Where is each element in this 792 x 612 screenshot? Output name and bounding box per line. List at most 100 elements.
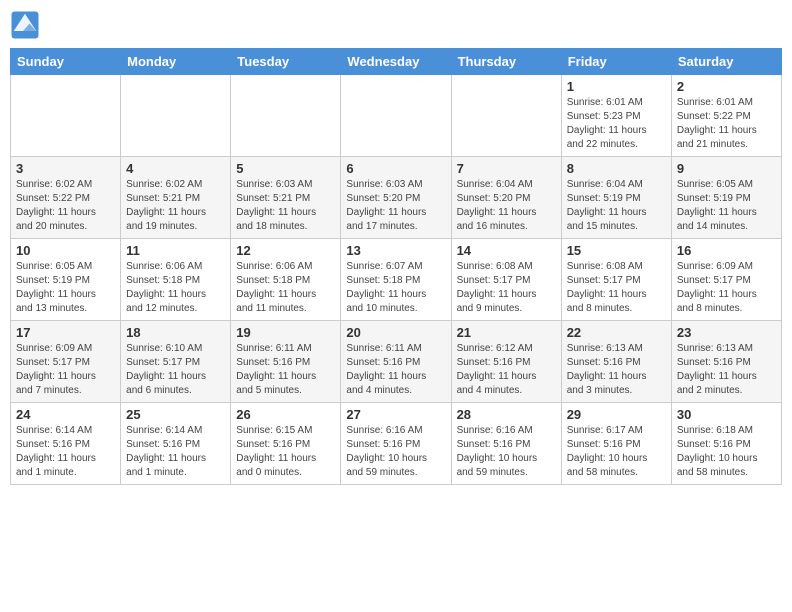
calendar-day: 3Sunrise: 6:02 AM Sunset: 5:22 PM Daylig… <box>11 157 121 239</box>
day-info: Sunrise: 6:09 AM Sunset: 5:17 PM Dayligh… <box>16 342 115 398</box>
calendar-week-1: 1 Sunrise: 6:01 AM Sunset: 5:23 PM Daylig… <box>11 75 782 157</box>
day-info: Sunrise: 6:08 AM Sunset: 5:17 PM Dayligh… <box>457 260 556 316</box>
day-info: Sunrise: 6:10 AM Sunset: 5:17 PM Dayligh… <box>126 342 225 398</box>
calendar-day: 20Sunrise: 6:11 AM Sunset: 5:16 PM Dayli… <box>341 321 451 403</box>
day-number: 21 <box>457 325 556 340</box>
day-info: Sunrise: 6:04 AM Sunset: 5:20 PM Dayligh… <box>457 178 556 234</box>
day-info: Sunrise: 6:14 AM Sunset: 5:16 PM Dayligh… <box>126 424 225 480</box>
day-info: Sunrise: 6:01 AM Sunset: 5:22 PM Dayligh… <box>677 96 776 152</box>
calendar-week-5: 24 Sunrise: 6:14 AM Sunset: 5:16 PM Dayli… <box>11 403 782 485</box>
day-number: 17 <box>16 325 115 340</box>
day-info: Sunrise: 6:11 AM Sunset: 5:16 PM Dayligh… <box>346 342 445 398</box>
column-header-sunday: Sunday <box>11 49 121 75</box>
day-info: Sunrise: 6:13 AM Sunset: 5:16 PM Dayligh… <box>567 342 666 398</box>
day-number: 12 <box>236 243 335 258</box>
day-info: Sunrise: 6:13 AM Sunset: 5:16 PM Dayligh… <box>677 342 776 398</box>
calendar-day: 6 Sunrise: 6:03 AM Sunset: 5:20 PM Daylig… <box>341 157 451 239</box>
day-info: Sunrise: 6:06 AM Sunset: 5:18 PM Dayligh… <box>236 260 335 316</box>
day-number: 25 <box>126 407 225 422</box>
day-number: 26 <box>236 407 335 422</box>
column-header-thursday: Thursday <box>451 49 561 75</box>
day-number: 28 <box>457 407 556 422</box>
calendar-day: 10 Sunrise: 6:05 AM Sunset: 5:19 PM Dayli… <box>11 239 121 321</box>
calendar-day: 30 Sunrise: 6:18 AM Sunset: 5:16 PM Dayli… <box>671 403 781 485</box>
day-number: 24 <box>16 407 115 422</box>
calendar-day: 16 Sunrise: 6:09 AM Sunset: 5:17 PM Dayli… <box>671 239 781 321</box>
calendar-day <box>121 75 231 157</box>
day-info: Sunrise: 6:17 AM Sunset: 5:16 PM Dayligh… <box>567 424 666 480</box>
day-number: 1 <box>567 79 666 94</box>
column-header-wednesday: Wednesday <box>341 49 451 75</box>
day-info: Sunrise: 6:06 AM Sunset: 5:18 PM Dayligh… <box>126 260 225 316</box>
day-number: 13 <box>346 243 445 258</box>
day-info: Sunrise: 6:08 AM Sunset: 5:17 PM Dayligh… <box>567 260 666 316</box>
calendar-day: 25 Sunrise: 6:14 AM Sunset: 5:16 PM Dayli… <box>121 403 231 485</box>
day-info: Sunrise: 6:16 AM Sunset: 5:16 PM Dayligh… <box>346 424 445 480</box>
day-number: 7 <box>457 161 556 176</box>
calendar-day: 23 Sunrise: 6:13 AM Sunset: 5:16 PM Dayli… <box>671 321 781 403</box>
calendar-day: 1 Sunrise: 6:01 AM Sunset: 5:23 PM Daylig… <box>561 75 671 157</box>
day-number: 8 <box>567 161 666 176</box>
day-info: Sunrise: 6:16 AM Sunset: 5:16 PM Dayligh… <box>457 424 556 480</box>
calendar-day: 28 Sunrise: 6:16 AM Sunset: 5:16 PM Dayli… <box>451 403 561 485</box>
day-info: Sunrise: 6:05 AM Sunset: 5:19 PM Dayligh… <box>16 260 115 316</box>
calendar-day <box>451 75 561 157</box>
calendar-day: 24 Sunrise: 6:14 AM Sunset: 5:16 PM Dayli… <box>11 403 121 485</box>
day-number: 19 <box>236 325 335 340</box>
day-info: Sunrise: 6:07 AM Sunset: 5:18 PM Dayligh… <box>346 260 445 316</box>
day-info: Sunrise: 6:05 AM Sunset: 5:19 PM Dayligh… <box>677 178 776 234</box>
day-number: 4 <box>126 161 225 176</box>
day-number: 11 <box>126 243 225 258</box>
day-number: 23 <box>677 325 776 340</box>
day-number: 30 <box>677 407 776 422</box>
column-header-friday: Friday <box>561 49 671 75</box>
calendar-day: 5 Sunrise: 6:03 AM Sunset: 5:21 PM Daylig… <box>231 157 341 239</box>
column-header-saturday: Saturday <box>671 49 781 75</box>
day-info: Sunrise: 6:12 AM Sunset: 5:16 PM Dayligh… <box>457 342 556 398</box>
calendar-day <box>341 75 451 157</box>
day-number: 6 <box>346 161 445 176</box>
calendar-table: SundayMondayTuesdayWednesdayThursdayFrid… <box>10 48 782 485</box>
calendar-day: 8Sunrise: 6:04 AM Sunset: 5:19 PM Daylig… <box>561 157 671 239</box>
calendar-day: 26Sunrise: 6:15 AM Sunset: 5:16 PM Dayli… <box>231 403 341 485</box>
column-header-tuesday: Tuesday <box>231 49 341 75</box>
calendar-day: 19 Sunrise: 6:11 AM Sunset: 5:16 PM Dayli… <box>231 321 341 403</box>
day-info: Sunrise: 6:03 AM Sunset: 5:21 PM Dayligh… <box>236 178 335 234</box>
day-number: 3 <box>16 161 115 176</box>
day-info: Sunrise: 6:03 AM Sunset: 5:20 PM Dayligh… <box>346 178 445 234</box>
calendar-day: 22 Sunrise: 6:13 AM Sunset: 5:16 PM Dayli… <box>561 321 671 403</box>
day-number: 18 <box>126 325 225 340</box>
calendar-day <box>231 75 341 157</box>
day-info: Sunrise: 6:01 AM Sunset: 5:23 PM Dayligh… <box>567 96 666 152</box>
calendar-day: 2Sunrise: 6:01 AM Sunset: 5:22 PM Daylig… <box>671 75 781 157</box>
logo-icon <box>10 10 40 40</box>
day-info: Sunrise: 6:11 AM Sunset: 5:16 PM Dayligh… <box>236 342 335 398</box>
day-info: Sunrise: 6:14 AM Sunset: 5:16 PM Dayligh… <box>16 424 115 480</box>
calendar-day: 15 Sunrise: 6:08 AM Sunset: 5:17 PM Dayli… <box>561 239 671 321</box>
calendar-day: 13 Sunrise: 6:07 AM Sunset: 5:18 PM Dayli… <box>341 239 451 321</box>
day-number: 10 <box>16 243 115 258</box>
day-number: 5 <box>236 161 335 176</box>
calendar-day: 11 Sunrise: 6:06 AM Sunset: 5:18 PM Dayli… <box>121 239 231 321</box>
column-header-monday: Monday <box>121 49 231 75</box>
calendar-day: 12 Sunrise: 6:06 AM Sunset: 5:18 PM Dayli… <box>231 239 341 321</box>
calendar-week-2: 3Sunrise: 6:02 AM Sunset: 5:22 PM Daylig… <box>11 157 782 239</box>
day-info: Sunrise: 6:09 AM Sunset: 5:17 PM Dayligh… <box>677 260 776 316</box>
day-number: 27 <box>346 407 445 422</box>
calendar-day: 21 Sunrise: 6:12 AM Sunset: 5:16 PM Dayli… <box>451 321 561 403</box>
calendar-day: 4 Sunrise: 6:02 AM Sunset: 5:21 PM Daylig… <box>121 157 231 239</box>
calendar-day: 17 Sunrise: 6:09 AM Sunset: 5:17 PM Dayli… <box>11 321 121 403</box>
day-info: Sunrise: 6:02 AM Sunset: 5:21 PM Dayligh… <box>126 178 225 234</box>
day-number: 15 <box>567 243 666 258</box>
day-info: Sunrise: 6:18 AM Sunset: 5:16 PM Dayligh… <box>677 424 776 480</box>
day-number: 16 <box>677 243 776 258</box>
calendar-day: 9 Sunrise: 6:05 AM Sunset: 5:19 PM Daylig… <box>671 157 781 239</box>
calendar-day: 14Sunrise: 6:08 AM Sunset: 5:17 PM Dayli… <box>451 239 561 321</box>
day-number: 22 <box>567 325 666 340</box>
header-row: SundayMondayTuesdayWednesdayThursdayFrid… <box>11 49 782 75</box>
calendar-day: 18 Sunrise: 6:10 AM Sunset: 5:17 PM Dayli… <box>121 321 231 403</box>
calendar-day: 7 Sunrise: 6:04 AM Sunset: 5:20 PM Daylig… <box>451 157 561 239</box>
logo <box>10 10 44 40</box>
day-number: 9 <box>677 161 776 176</box>
calendar-day <box>11 75 121 157</box>
